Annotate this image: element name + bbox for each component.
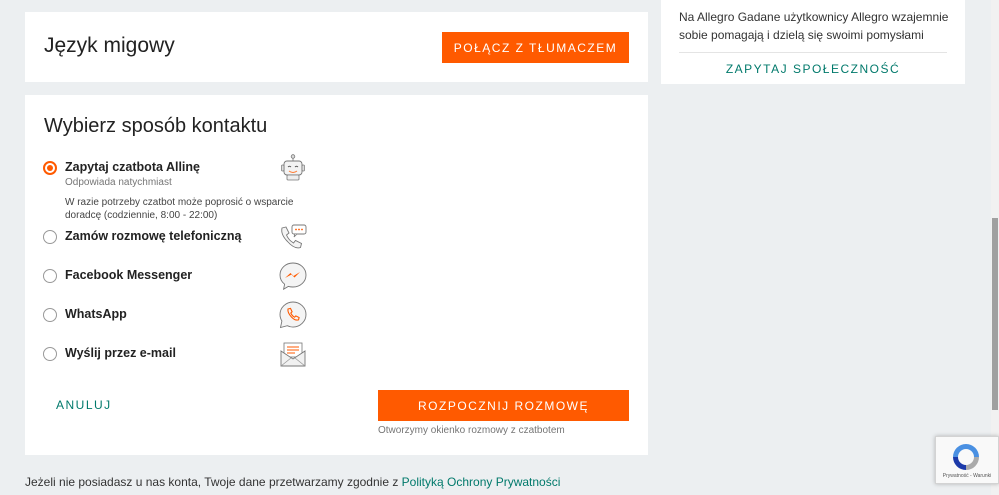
sign-language-card: Język migowy POŁĄCZ Z TŁUMACZEM [25,12,648,82]
connect-interpreter-button[interactable]: POŁĄCZ Z TŁUMACZEM [442,32,629,63]
phone-label: Zamów rozmowę telefoniczną [65,229,242,243]
whatsapp-label: WhatsApp [65,307,127,321]
cancel-button[interactable]: ANULUJ [56,398,112,412]
start-conversation-button[interactable]: ROZPOCZNIJ ROZMOWĘ [378,390,629,421]
contact-method-card: Wybierz sposób kontaktu Zapytaj czatbota… [25,95,648,455]
messenger-icon [279,262,307,291]
chatbot-description: W razie potrzeby czatbot może poprosić o… [65,197,294,221]
email-label: Wyślij przez e-mail [65,346,176,360]
chatbot-radio[interactable] [43,161,57,175]
community-divider [679,52,947,53]
phone-radio[interactable] [43,230,57,244]
privacy-note: Jeżeli nie posiadasz u nas konta, Twoje … [25,475,560,489]
start-conversation-note: Otworzymy okienko rozmowy z czatbotem [378,425,565,436]
recaptcha-icon [953,444,979,470]
contact-method-title: Wybierz sposób kontaktu [44,115,268,137]
community-text: Na Allegro Gadane użytkownicy Allegro wz… [679,10,949,42]
phone-chat-icon [281,224,307,249]
sign-language-title: Język migowy [44,34,175,57]
scrollbar-thumb[interactable] [992,218,998,410]
email-icon [280,342,306,367]
messenger-label: Facebook Messenger [65,268,193,282]
recaptcha-badge[interactable]: Prywatność - Warunki [935,436,999,484]
privacy-note-text: Jeżeli nie posiadasz u nas konta, Twoje … [25,475,399,489]
whatsapp-icon [279,301,307,329]
privacy-policy-link[interactable]: Polityką Ochrony Prywatności [402,475,561,489]
email-radio[interactable] [43,347,57,361]
messenger-radio[interactable] [43,269,57,283]
whatsapp-radio[interactable] [43,308,57,322]
community-card: Na Allegro Gadane użytkownicy Allegro wz… [661,0,965,84]
chatbot-sublabel: Odpowiada natychmiast [65,177,172,188]
robot-icon [281,154,305,181]
ask-community-button[interactable]: ZAPYTAJ SPOŁECZNOŚĆ [661,62,965,76]
recaptcha-links[interactable]: Prywatność - Warunki [936,473,998,479]
chatbot-label: Zapytaj czatbota Allinę [65,160,200,174]
